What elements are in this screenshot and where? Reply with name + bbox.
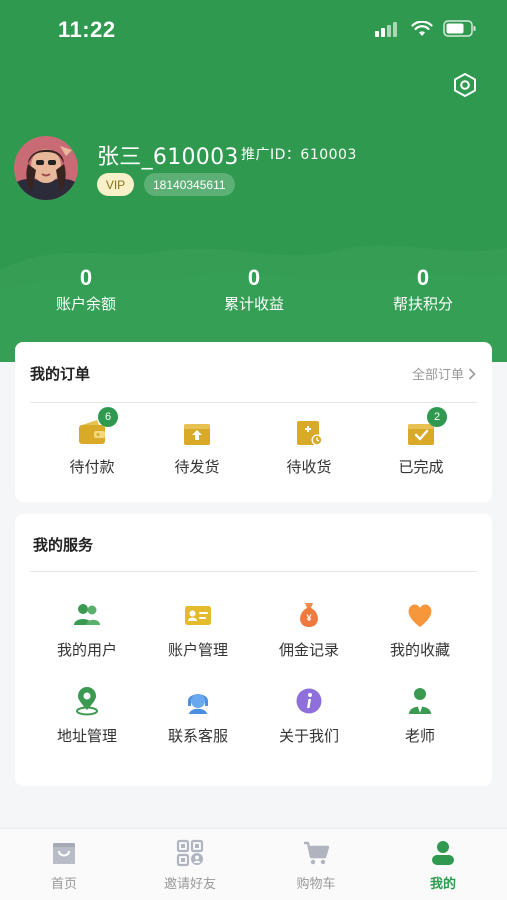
service-label: 关于我们 xyxy=(278,727,339,745)
cellular-signal-icon xyxy=(375,21,397,37)
order-badge-count: 6 xyxy=(98,407,118,427)
battery-icon xyxy=(443,20,476,37)
order-label: 待付款 xyxy=(69,458,115,476)
service-contact-support[interactable]: 联系客服 xyxy=(142,686,254,746)
tab-mine[interactable]: 我的 xyxy=(380,839,506,892)
order-completed[interactable]: 2 已完成 xyxy=(365,407,477,477)
promo-id: 推广ID：610003 xyxy=(241,144,357,164)
service-about-us[interactable]: 关于我们 xyxy=(253,686,365,746)
order-badge-count: 2 xyxy=(427,407,447,427)
service-label: 我的收藏 xyxy=(389,641,450,659)
info-icon xyxy=(296,688,322,714)
status-bar: 11:22 xyxy=(0,0,507,60)
money-bag-icon: ¥ xyxy=(300,603,318,627)
order-label: 待发货 xyxy=(174,458,220,476)
home-bag-icon xyxy=(53,843,75,864)
tab-label: 邀请好友 xyxy=(163,877,216,892)
ship-box-icon xyxy=(184,424,210,445)
avatar[interactable] xyxy=(14,136,78,200)
vip-badge: VIP xyxy=(97,173,134,196)
settings-hexagon-icon xyxy=(454,73,476,97)
stat-value: 0 xyxy=(416,265,430,290)
tab-cart[interactable]: 购物车 xyxy=(253,839,379,892)
service-label: 联系客服 xyxy=(167,727,228,745)
services-divider xyxy=(30,571,477,572)
status-icons xyxy=(375,20,477,37)
phone-badge: 18140345611 xyxy=(144,173,235,196)
orders-title: 我的订单 xyxy=(30,365,91,383)
wifi-icon xyxy=(411,20,433,36)
order-label: 已完成 xyxy=(398,458,444,476)
services-title: 我的服务 xyxy=(33,536,94,554)
tab-label: 购物车 xyxy=(296,877,336,892)
receive-box-icon xyxy=(297,421,323,446)
cart-icon xyxy=(304,841,330,865)
qr-code-icon xyxy=(176,839,204,867)
service-my-users[interactable]: 我的用户 xyxy=(31,600,143,660)
tab-invite-friends[interactable]: 邀请好友 xyxy=(127,839,253,892)
service-label: 老师 xyxy=(404,727,435,745)
tab-label: 我的 xyxy=(429,877,456,892)
svg-text:¥: ¥ xyxy=(306,613,311,623)
id-card-icon xyxy=(185,606,211,625)
settings-button[interactable] xyxy=(450,70,480,100)
tab-home[interactable]: 首页 xyxy=(1,839,127,892)
username: 张三_610003 xyxy=(97,145,239,170)
teacher-icon xyxy=(409,688,431,714)
avatar-image xyxy=(14,136,78,200)
service-label: 佣金记录 xyxy=(278,641,339,659)
status-time: 11:22 xyxy=(58,17,116,42)
customer-service-icon xyxy=(188,694,208,714)
bottom-tab-bar: 首页 邀请好友 购物车 我的 xyxy=(0,828,507,900)
service-label: 地址管理 xyxy=(56,727,117,745)
order-to-receive[interactable]: 待收货 xyxy=(253,418,365,477)
service-label: 账户管理 xyxy=(167,641,228,659)
stat-account-balance[interactable]: 0 账户余额 xyxy=(16,265,156,314)
service-teacher[interactable]: 老师 xyxy=(364,686,476,746)
stat-value: 0 xyxy=(247,265,261,290)
stat-label: 账户余额 xyxy=(55,295,116,313)
heart-icon xyxy=(408,604,432,627)
service-favorites[interactable]: 我的收藏 xyxy=(364,600,476,660)
stat-label: 帮扶积分 xyxy=(392,295,453,313)
chevron-right-icon xyxy=(468,367,476,380)
service-label: 我的用户 xyxy=(56,641,117,659)
order-to-ship[interactable]: 待发货 xyxy=(141,418,253,477)
stat-total-earnings[interactable]: 0 累计收益 xyxy=(184,265,324,314)
location-icon xyxy=(76,687,98,716)
service-account-management[interactable]: 账户管理 xyxy=(142,600,254,660)
service-commission-records[interactable]: ¥ 佣金记录 xyxy=(253,600,365,660)
users-icon xyxy=(74,604,100,625)
orders-divider xyxy=(30,402,477,403)
stat-value: 0 xyxy=(79,265,93,290)
promo-id-label: 推广ID： xyxy=(241,147,301,163)
service-address-management[interactable]: 地址管理 xyxy=(31,686,143,746)
order-label: 待收货 xyxy=(286,458,332,476)
stat-support-points[interactable]: 0 帮扶积分 xyxy=(353,265,493,314)
profile-icon xyxy=(432,841,454,865)
promo-id-value: 610003 xyxy=(300,147,357,163)
stat-label: 累计收益 xyxy=(223,295,284,313)
order-pending-payment[interactable]: 6 待付款 xyxy=(36,407,148,477)
all-orders-link[interactable]: 全部订单 xyxy=(412,364,476,383)
tab-label: 首页 xyxy=(50,877,77,892)
all-orders-label: 全部订单 xyxy=(411,368,464,383)
